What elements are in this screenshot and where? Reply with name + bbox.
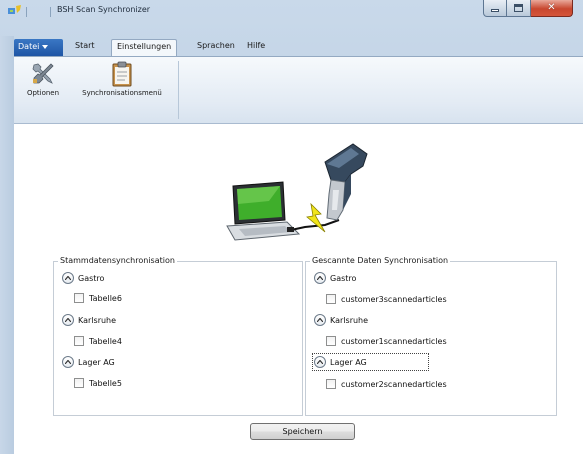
checkbox-label: Tabelle4 — [89, 336, 122, 346]
maximize-icon — [514, 4, 523, 12]
window-border-left — [0, 36, 14, 454]
chevron-up-icon — [65, 318, 71, 322]
checkbox-row[interactable]: Tabelle4 — [74, 334, 122, 348]
checkbox-label: customer1scannedarticles — [341, 336, 447, 346]
close-button[interactable]: ✕ — [531, 0, 573, 17]
file-menu-button[interactable]: Datei — [14, 39, 63, 56]
barcode-scanner-icon — [324, 143, 368, 221]
tree-node-karlsruhe[interactable]: Karlsruhe — [314, 313, 368, 327]
main-content: Stammdatensynchronisation Gastro Tabelle… — [14, 124, 583, 454]
close-icon: ✕ — [547, 2, 556, 13]
chevron-up-icon — [65, 360, 71, 364]
collapse-toggle[interactable] — [62, 272, 74, 284]
tab-einstellungen[interactable]: Einstellungen — [111, 39, 178, 57]
window-title: BSH Scan Synchronizer — [57, 5, 151, 14]
options-button[interactable]: Optionen — [14, 61, 72, 97]
checkbox-row[interactable]: Tabelle5 — [74, 376, 122, 390]
tree-node-lager-ag[interactable]: Lager AG — [62, 355, 115, 369]
chevron-up-icon — [317, 318, 323, 322]
title-bar[interactable]: BSH Scan Synchronizer ✕ — [0, 0, 583, 36]
window-controls: ✕ — [483, 0, 573, 17]
chevron-up-icon — [317, 360, 323, 364]
checkbox-row[interactable]: customer3scannedarticles — [326, 292, 447, 306]
checkbox-row[interactable]: customer2scannedarticles — [326, 377, 447, 391]
options-label: Optionen — [26, 89, 60, 97]
tree-node-karlsruhe[interactable]: Karlsruhe — [62, 313, 116, 327]
collapse-toggle[interactable] — [314, 272, 326, 284]
tree-node-gastro[interactable]: Gastro — [314, 271, 356, 285]
scanned-data-group: Gescannte Daten Synchronisation Gastro c… — [305, 256, 557, 416]
checkbox-label: customer2scannedarticles — [341, 379, 447, 389]
file-menu-label: Datei — [18, 42, 40, 51]
app-icon — [8, 5, 21, 14]
checkbox[interactable] — [326, 336, 336, 346]
tree-node-label: Lager AG — [330, 357, 367, 367]
quick-access-separator — [50, 7, 51, 17]
collapse-toggle[interactable] — [314, 356, 326, 368]
minimize-icon — [491, 9, 499, 12]
minimize-button[interactable] — [483, 0, 507, 17]
tools-icon — [32, 63, 54, 84]
lightning-icon — [306, 202, 326, 233]
ribbon-panel: Optionen Synchronisationsmenü — [14, 56, 583, 124]
tab-hilfe[interactable]: Hilfe — [247, 41, 265, 50]
checkbox-label: customer3scannedarticles — [341, 294, 447, 304]
quick-access-separator — [26, 7, 27, 17]
tree-node-label: Karlsruhe — [330, 315, 369, 325]
tree-node-label: Lager AG — [78, 357, 115, 367]
tree-node-label: Gastro — [330, 273, 357, 283]
checkbox-label: Tabelle6 — [89, 293, 122, 303]
tree-node-label: Gastro — [78, 273, 105, 283]
checkbox[interactable] — [74, 378, 84, 388]
checkbox[interactable] — [326, 379, 336, 389]
chevron-down-icon — [42, 44, 49, 49]
ribbon-group-divider — [178, 61, 179, 119]
sync-menu-label: Synchronisationsmenü — [82, 89, 162, 97]
chevron-up-icon — [65, 276, 71, 280]
sync-illustration — [226, 143, 368, 241]
tab-sprachen[interactable]: Sprachen — [197, 41, 235, 50]
tab-start[interactable]: Start — [75, 41, 95, 50]
tree-node-lager-ag[interactable]: Lager AG — [312, 353, 429, 371]
checkbox[interactable] — [74, 293, 84, 303]
collapse-toggle[interactable] — [62, 314, 74, 326]
checkbox-row[interactable]: customer1scannedarticles — [326, 334, 447, 348]
ribbon-tabs: Datei Start Einstellungen Sprachen Hilfe — [14, 36, 583, 57]
scanned-data-title: Gescannte Daten Synchronisation — [310, 256, 451, 265]
checkbox-label: Tabelle5 — [89, 378, 122, 388]
collapse-toggle[interactable] — [62, 356, 74, 368]
checkbox[interactable] — [74, 336, 84, 346]
collapse-toggle[interactable] — [314, 314, 326, 326]
master-data-title: Stammdatensynchronisation — [58, 256, 177, 265]
clipboard-icon — [112, 61, 132, 87]
save-button[interactable]: Speichern — [250, 423, 355, 440]
master-data-group: Stammdatensynchronisation Gastro Tabelle… — [53, 256, 303, 416]
tree-node-label: Karlsruhe — [78, 315, 117, 325]
chevron-up-icon — [317, 276, 323, 280]
maximize-button[interactable] — [507, 0, 531, 17]
checkbox[interactable] — [326, 294, 336, 304]
tree-node-gastro[interactable]: Gastro — [62, 271, 104, 285]
sync-menu-button[interactable]: Synchronisationsmenü — [72, 61, 172, 97]
checkbox-row[interactable]: Tabelle6 — [74, 291, 122, 305]
